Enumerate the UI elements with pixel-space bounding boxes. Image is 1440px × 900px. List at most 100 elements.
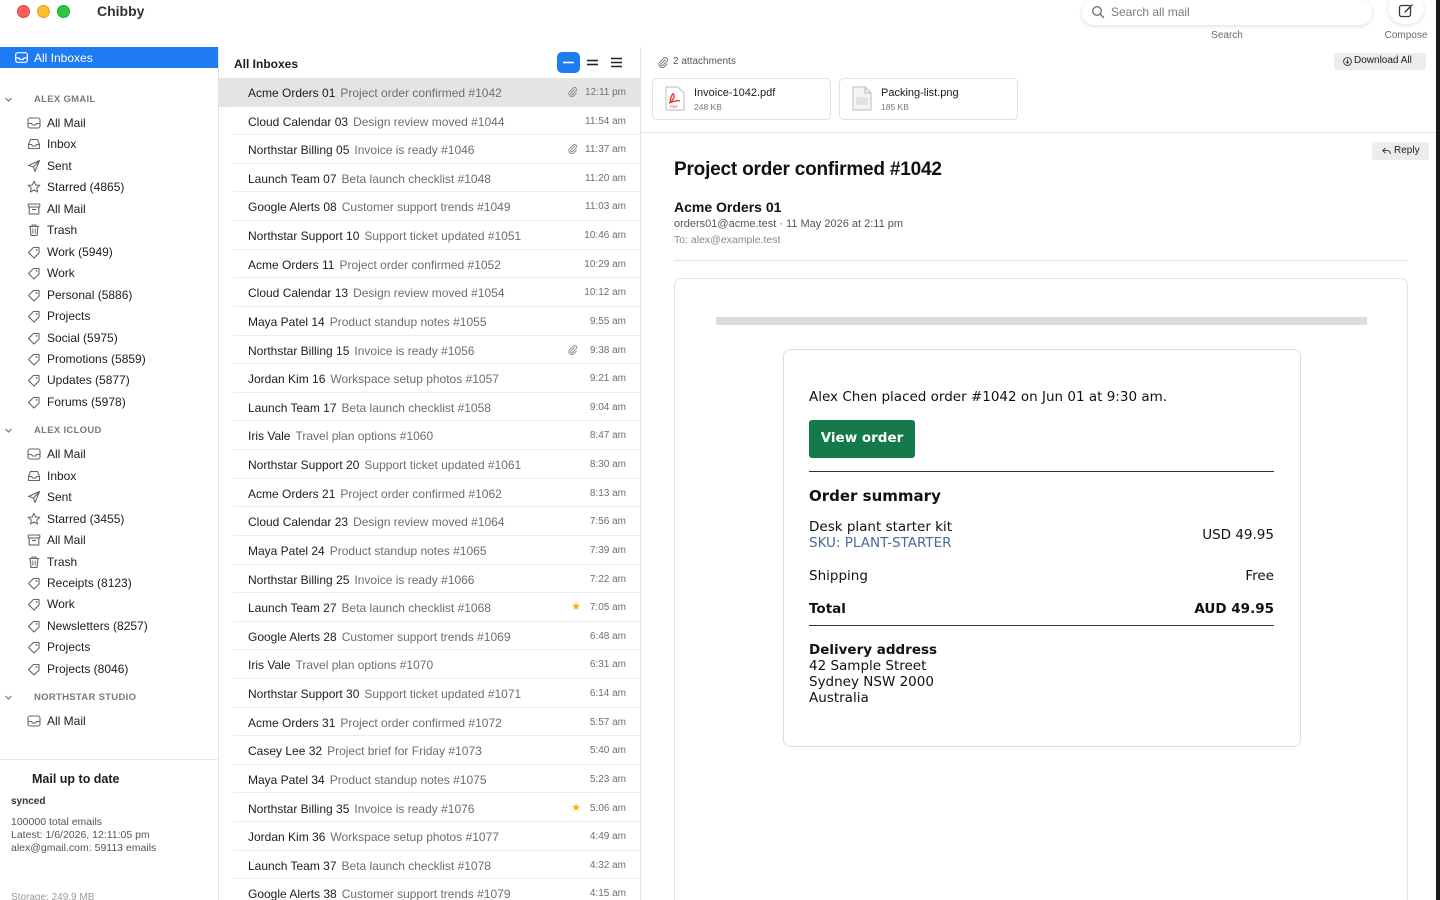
message-row[interactable]: Casey Lee 32 Project brief for Friday #10… — [219, 736, 640, 765]
message-row[interactable]: Northstar Support 30 Support ticket updat… — [219, 679, 640, 708]
message-list-title: All Inboxes — [234, 57, 299, 71]
attachment-card[interactable]: Packing-list.png 185 KB — [839, 78, 1018, 120]
sidebar-item-starred[interactable]: Starred (4865) — [0, 177, 218, 197]
message-row[interactable]: Launch Team 27 Beta launch checklist #106… — [219, 593, 640, 622]
minimize-window-button[interactable] — [37, 5, 50, 18]
search-field[interactable]: Search all mail — [1082, 0, 1372, 25]
sidebar-item-work[interactable]: Work (5949) — [0, 242, 218, 262]
three-line-icon — [611, 57, 622, 68]
archive-icon — [27, 203, 41, 215]
message-row[interactable]: Northstar Billing 15 Invoice is ready #10… — [219, 336, 640, 365]
divider — [809, 471, 1274, 472]
sidebar-item-projects[interactable]: Projects (8046) — [0, 659, 218, 679]
message-row[interactable]: Jordan Kim 36 Workspace setup photos #107… — [219, 822, 640, 851]
sidebar-item-inbox[interactable]: Inbox — [0, 466, 218, 486]
message-sender: Launch Team 27 Beta launch checklist #106… — [248, 601, 491, 615]
sidebar-item-all-mail[interactable]: All Mail — [0, 530, 218, 550]
close-window-button[interactable] — [17, 5, 30, 18]
sidebar-item-social[interactable]: Social (5975) — [0, 328, 218, 348]
message-row[interactable]: Northstar Support 10 Support ticket updat… — [219, 221, 640, 250]
attachment-card[interactable]: PDF Invoice-1042.pdf 248 KB — [652, 78, 831, 120]
sidebar-item-trash[interactable]: Trash — [0, 220, 218, 240]
message-row[interactable]: Maya Patel 24 Product standup notes #1065… — [219, 536, 640, 565]
sidebar-item-all-inboxes[interactable]: All Inboxes — [0, 47, 218, 68]
message-row[interactable]: Iris Vale Travel plan options #1060 8:47 a… — [219, 421, 640, 451]
sidebar-item-personal[interactable]: Personal (5886) — [0, 285, 218, 305]
sender-text: Google Alerts 28 — [248, 629, 337, 644]
star-icon: ★ — [571, 801, 581, 814]
account-header-northstar-studio[interactable]: NORTHSTAR STUDIO — [0, 690, 218, 706]
view-order-button[interactable]: View order — [809, 420, 915, 458]
sidebar-item-trash[interactable]: Trash — [0, 552, 218, 572]
sync-status: synced — [11, 796, 46, 807]
sidebar-item-updates[interactable]: Updates (5877) — [0, 370, 218, 390]
sender-text: Iris Vale — [248, 429, 291, 444]
message-row[interactable]: Iris Vale Travel plan options #1070 6:31 a… — [219, 650, 640, 679]
sidebar-item-all-mail[interactable]: All Mail — [0, 444, 218, 464]
sender-text: Iris Vale — [248, 658, 291, 673]
sender-text: Northstar Billing 15 — [248, 343, 350, 358]
sidebar-item-projects[interactable]: Projects — [0, 637, 218, 657]
star-icon — [27, 181, 41, 193]
message-row[interactable]: Acme Orders 01 Project order confirmed #1… — [219, 78, 640, 107]
sender-text: Cloud Calendar 23 — [248, 515, 349, 530]
sidebar-item-projects[interactable]: Projects — [0, 306, 218, 326]
sidebar-item-all-mail[interactable]: All Mail — [0, 113, 218, 133]
message-row[interactable]: Northstar Billing 05 Invoice is ready #10… — [219, 135, 640, 164]
download-all-button[interactable]: Download All — [1334, 53, 1426, 70]
message-row[interactable]: Google Alerts 08 Customer support trends … — [219, 192, 640, 222]
compose-button[interactable] — [1388, 0, 1424, 24]
reply-button[interactable]: Reply — [1372, 142, 1429, 160]
message-subject-preview: Design review moved #1044 — [353, 114, 505, 129]
message-row[interactable]: Maya Patel 14 Product standup notes #1055… — [219, 307, 640, 336]
sidebar-item-all-mail[interactable]: All Mail — [0, 711, 218, 731]
sidebar-item-inbox[interactable]: Inbox — [0, 134, 218, 154]
sidebar-item-promotions[interactable]: Promotions (5859) — [0, 349, 218, 369]
zoom-window-button[interactable] — [57, 5, 70, 18]
message-row[interactable]: Acme Orders 31 Project order confirmed #1… — [219, 708, 640, 737]
message-row[interactable]: Jordan Kim 16 Workspace setup photos #105… — [219, 364, 640, 393]
sidebar-item-newsletters[interactable]: Newsletters (8257) — [0, 616, 218, 636]
message-row[interactable]: Northstar Support 20 Support ticket updat… — [219, 450, 640, 479]
sidebar-item-starred[interactable]: Starred (3455) — [0, 509, 218, 529]
inboxes-icon — [15, 52, 28, 63]
sidebar-item-work[interactable]: Work — [0, 263, 218, 283]
message-row[interactable]: Acme Orders 21 Project order confirmed #1… — [219, 479, 640, 508]
message-row[interactable]: Northstar Billing 25 Invoice is ready #10… — [219, 565, 640, 594]
sidebar-item-forums[interactable]: Forums (5978) — [0, 392, 218, 412]
account-header-alex-gmail[interactable]: ALEX GMAIL — [0, 92, 218, 108]
message-row[interactable]: Northstar Billing 35 Invoice is ready #10… — [219, 794, 640, 823]
message-row[interactable]: Cloud Calendar 23 Design review moved #10… — [219, 507, 640, 536]
sender-text: Northstar Support 30 — [248, 687, 360, 702]
sidebar-item-sent[interactable]: Sent — [0, 487, 218, 507]
message-row[interactable]: Cloud Calendar 13 Design review moved #10… — [219, 278, 640, 307]
message-sender: Google Alerts 28 Customer support trends … — [248, 630, 511, 644]
account-header-alex-icloud[interactable]: ALEX ICLOUD — [0, 423, 218, 439]
sender-text: Launch Team 17 — [248, 400, 337, 415]
message-row[interactable]: Google Alerts 28 Customer support trends … — [219, 622, 640, 651]
sidebar-item-receipts[interactable]: Receipts (8123) — [0, 573, 218, 593]
message-row[interactable]: Google Alerts 38 Customer support trends … — [219, 879, 640, 900]
shipping-value: Free — [1245, 568, 1274, 584]
message-row[interactable]: Cloud Calendar 03 Design review moved #10… — [219, 107, 640, 136]
message-row[interactable]: Maya Patel 34 Product standup notes #1075… — [219, 765, 640, 794]
density-medium-button[interactable] — [581, 52, 604, 73]
trash-icon — [29, 224, 39, 237]
message-row[interactable]: Launch Team 07 Beta launch checklist #104… — [219, 164, 640, 193]
message-row[interactable]: Launch Team 17 Beta launch checklist #105… — [219, 393, 640, 422]
sidebar-item-sent[interactable]: Sent — [0, 156, 218, 176]
sidebar-item-label: Projects — [47, 640, 91, 655]
message-subject-preview: Project order confirmed #1072 — [340, 715, 502, 730]
message-row[interactable]: Launch Team 37 Beta launch checklist #107… — [219, 851, 640, 880]
message-row[interactable]: Acme Orders 11 Project order confirmed #1… — [219, 250, 640, 279]
tag-icon — [27, 620, 40, 633]
paper-plane-icon — [27, 159, 41, 172]
paper-plane-icon — [27, 491, 41, 504]
app-title: Chibby — [97, 3, 145, 19]
density-compact-button[interactable] — [557, 52, 580, 73]
density-expanded-button[interactable] — [605, 52, 628, 73]
sidebar-item-work[interactable]: Work — [0, 594, 218, 614]
account-name: NORTHSTAR STUDIO — [34, 692, 137, 704]
sender-text: Launch Team 37 — [248, 858, 337, 873]
sidebar-item-all-mail[interactable]: All Mail — [0, 199, 218, 219]
